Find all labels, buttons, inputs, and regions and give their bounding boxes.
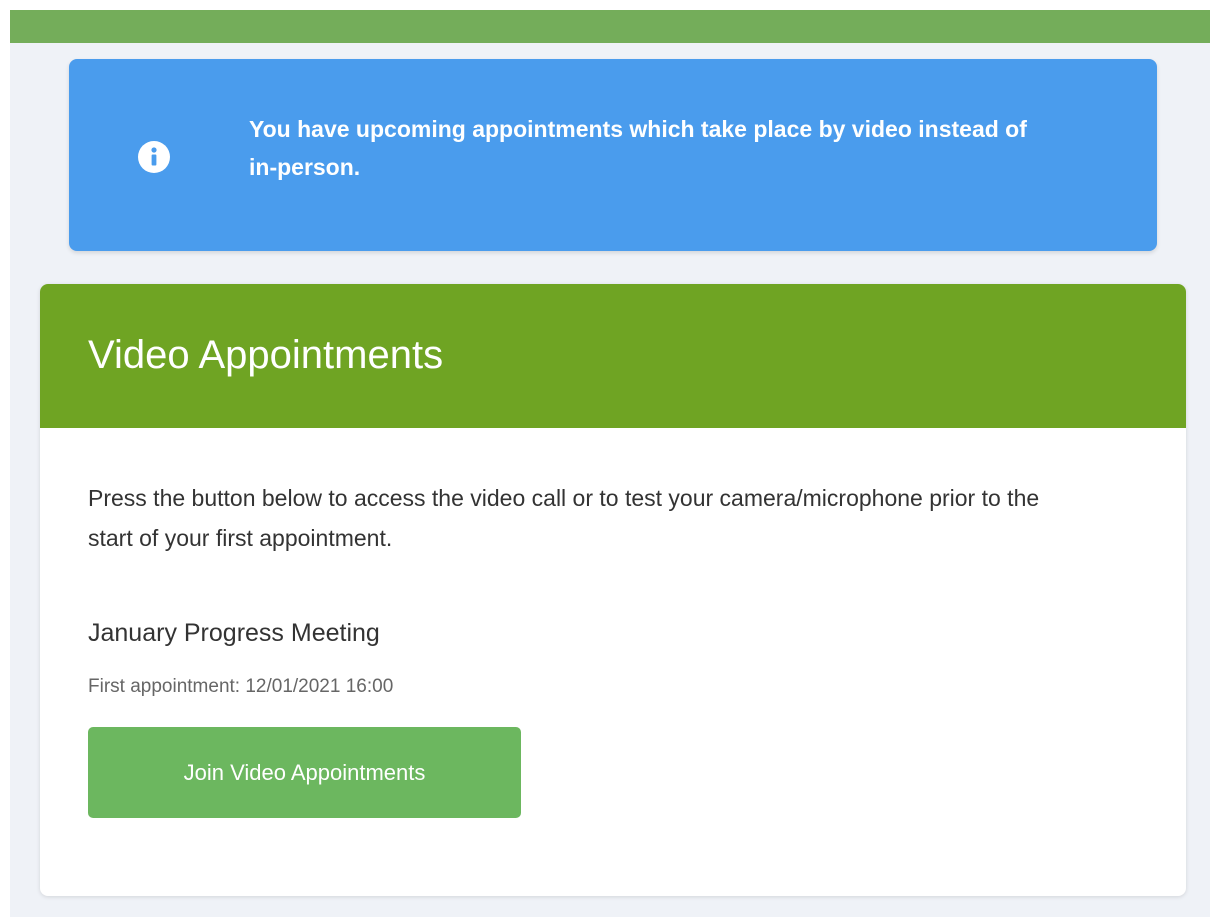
info-banner-message: You have upcoming appointments which tak…	[249, 116, 1027, 180]
card-header: Video Appointments	[40, 284, 1186, 428]
card-title: Video Appointments	[88, 333, 444, 377]
card-description: Press the button below to access the vid…	[88, 485, 1040, 551]
meeting-title: January Progress Meeting	[88, 619, 380, 647]
first-appointment-date: First appointment: 12/01/2021 16:00	[88, 676, 394, 697]
join-video-appointments-button[interactable]: Join Video Appointments	[88, 727, 521, 818]
top-bar	[10, 10, 1210, 43]
info-circle-icon	[137, 140, 171, 174]
video-appointments-card: Video Appointments Press the button belo…	[40, 284, 1186, 896]
page: You have upcoming appointments which tak…	[0, 0, 1210, 917]
